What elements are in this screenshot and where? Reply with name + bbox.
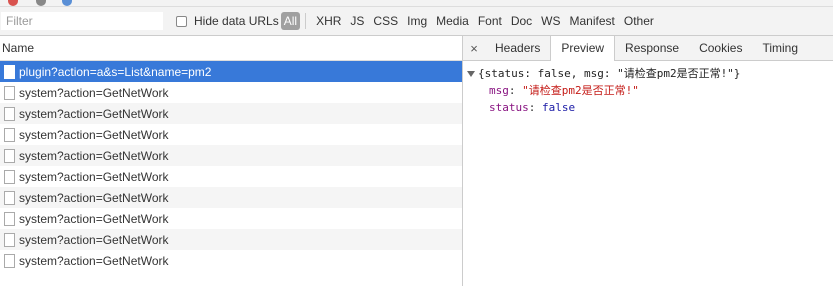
json-property-msg: msg: "请检查pm2是否正常!" [489,84,639,97]
json-summary: {status: false, msg: "请检查pm2是否正常!"} [478,67,741,80]
tab-preview[interactable]: Preview [550,36,616,61]
tab-timing[interactable]: Timing [752,36,808,60]
type-filter-media[interactable]: Media [432,12,473,30]
hide-data-urls[interactable]: Hide data URLs [176,14,279,28]
document-icon [4,85,15,100]
request-name: system?action=GetNetWork [19,211,169,226]
type-filter-xhr[interactable]: XHR [312,12,345,30]
request-row[interactable]: system?action=GetNetWork [0,103,462,124]
request-name: system?action=GetNetWork [19,232,169,247]
stop-icon[interactable] [8,0,18,6]
request-name: system?action=GetNetWork [19,190,169,205]
request-name: system?action=GetNetWork [19,253,169,268]
request-row[interactable]: system?action=GetNetWork [0,166,462,187]
request-name: system?action=GetNetWork [19,127,169,142]
toolbar-divider [305,13,307,29]
expand-triangle-icon[interactable] [467,71,475,77]
request-name: system?action=GetNetWork [19,169,169,184]
request-list: Name plugin?action=a&s=List&name=pm2 sys… [0,36,463,286]
type-filter-css[interactable]: CSS [369,12,402,30]
type-filter-all[interactable]: All [280,12,301,30]
filter-toolbar: Hide data URLs All XHR JS CSS Img Media … [0,7,833,36]
request-row[interactable]: system?action=GetNetWork [0,208,462,229]
document-icon [4,106,15,121]
request-row[interactable]: system?action=GetNetWork [0,229,462,250]
filter-input[interactable] [1,12,163,30]
request-row[interactable]: system?action=GetNetWork [0,250,462,271]
browser-top-strip [0,0,833,7]
json-preview: {status: false, msg: "请检查pm2是否正常!"} msg:… [463,61,833,116]
request-name: system?action=GetNetWork [19,148,169,163]
request-name: system?action=GetNetWork [19,85,169,100]
request-row[interactable]: plugin?action=a&s=List&name=pm2 [0,61,462,82]
document-icon [4,148,15,163]
request-row[interactable]: system?action=GetNetWork [0,145,462,166]
document-icon [4,169,15,184]
tab-cookies[interactable]: Cookies [689,36,752,60]
request-name: plugin?action=a&s=List&name=pm2 [19,64,212,79]
request-row[interactable]: system?action=GetNetWork [0,124,462,145]
type-filter-doc[interactable]: Doc [507,12,536,30]
request-row[interactable]: system?action=GetNetWork [0,82,462,103]
request-row[interactable]: system?action=GetNetWork [0,187,462,208]
document-icon [4,190,15,205]
filter-icon[interactable] [62,0,72,6]
clear-icon[interactable] [36,0,46,6]
name-column-header[interactable]: Name [0,36,462,61]
json-string-value: "请检查pm2是否正常!" [522,84,639,97]
detail-tabs: × Headers Preview Response Cookies Timin… [463,36,833,61]
tab-response[interactable]: Response [615,36,689,60]
json-key: msg [489,84,509,97]
type-filter-other[interactable]: Other [620,12,658,30]
document-icon [4,127,15,142]
document-icon [4,232,15,247]
document-icon [4,211,15,226]
request-name: system?action=GetNetWork [19,106,169,121]
json-boolean-value: false [542,101,576,114]
type-filter-manifest[interactable]: Manifest [566,12,619,30]
document-icon [4,253,15,268]
type-filter-ws[interactable]: WS [537,12,564,30]
document-icon [4,64,15,79]
json-key: status [489,101,529,114]
close-icon[interactable]: × [463,41,485,56]
json-summary-row[interactable]: {status: false, msg: "请检查pm2是否正常!"} [463,65,833,82]
tab-headers[interactable]: Headers [485,36,550,60]
hide-data-urls-label: Hide data URLs [194,14,279,28]
json-property-status: status: false [489,101,576,114]
type-filter-js[interactable]: JS [346,12,368,30]
type-filter-img[interactable]: Img [403,12,431,30]
request-detail-panel: × Headers Preview Response Cookies Timin… [463,36,833,286]
type-filter-font[interactable]: Font [474,12,506,30]
hide-data-urls-checkbox[interactable] [176,15,187,27]
